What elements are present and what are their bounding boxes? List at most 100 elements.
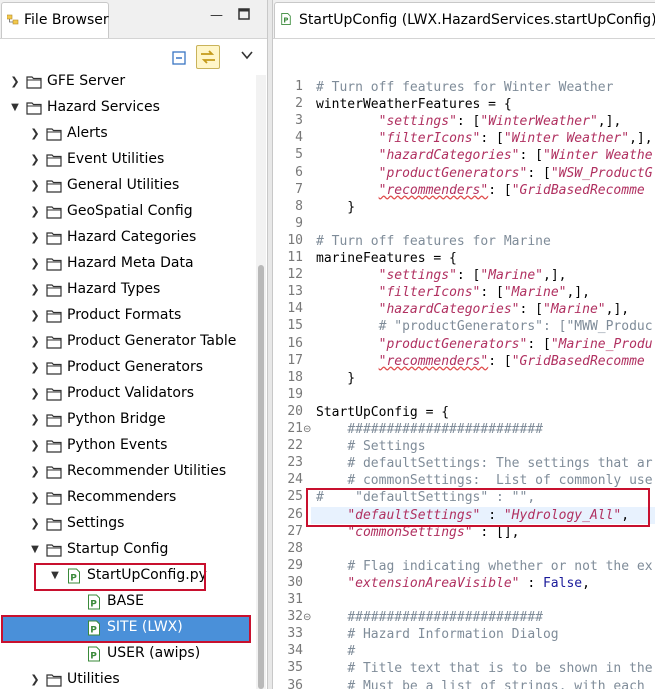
collapsed-chevron-icon[interactable]: ❯ xyxy=(28,127,42,141)
tree-item[interactable]: ▼ Hazard Services xyxy=(0,96,250,122)
editor-tab[interactable]: P StartUpConfig (LWX.HazardServices.star… xyxy=(274,2,655,38)
collapsed-chevron-icon[interactable]: ❯ xyxy=(28,465,42,479)
line-number: 1 xyxy=(295,79,303,94)
collapsed-chevron-icon[interactable]: ❯ xyxy=(28,361,42,375)
code-token: "GridBasedRecomme xyxy=(511,353,645,369)
collapsed-chevron-icon[interactable]: ❯ xyxy=(28,205,42,219)
code-token: : [ xyxy=(527,165,551,181)
collapsed-chevron-icon[interactable]: ❯ xyxy=(28,231,42,245)
collapsed-chevron-icon[interactable]: ❯ xyxy=(28,309,42,323)
expanded-chevron-icon[interactable]: ▼ xyxy=(28,543,42,557)
tree-scrollbar-thumb[interactable] xyxy=(258,265,264,689)
code-token: ######################### xyxy=(347,422,543,437)
tree-item[interactable]: ▼ Startup Config xyxy=(0,538,250,564)
tree-item-label: BASE xyxy=(107,593,144,609)
line-number: 21 xyxy=(287,421,303,436)
code-token: "hazardCategories" xyxy=(378,302,520,318)
tree-item[interactable]: ❯ Hazard Meta Data xyxy=(0,252,250,278)
code-token: # Settings xyxy=(347,439,426,455)
code-token: # Turn off features for Winter Weather xyxy=(316,80,614,95)
code-line: "recommenders": ["GridBasedRecomme xyxy=(316,182,645,199)
tree-item[interactable]: ❯ Python Bridge xyxy=(0,408,250,434)
collapsed-chevron-icon[interactable]: ❯ xyxy=(8,75,22,89)
tree-item[interactable]: P BASE xyxy=(0,590,250,616)
code-token: "GridBasedRecomme xyxy=(511,182,645,198)
tree-item[interactable]: ❯ Hazard Types xyxy=(0,278,250,304)
folder-icon xyxy=(46,674,62,687)
line-number: 23 xyxy=(287,455,303,471)
code-token: # Must be a list of strings, with each xyxy=(347,678,645,689)
code-line: # Title text that is to be shown in the xyxy=(316,660,652,677)
code-token: "productGenerators" xyxy=(378,336,528,352)
code-token: "filterIcons" xyxy=(378,285,481,301)
minimize-icon[interactable]: — xyxy=(210,8,223,23)
code-token: "WSW_ProductG xyxy=(550,165,653,181)
tree-item[interactable]: ❯ Product Validators xyxy=(0,382,250,408)
code-line: # Turn off features for Winter Weather xyxy=(316,79,613,96)
code-line: "settings": ["Marine",], xyxy=(316,267,567,284)
line-number: 12 xyxy=(287,267,303,283)
collapsed-chevron-icon[interactable]: ❯ xyxy=(28,335,42,349)
code-token: : [ xyxy=(456,268,481,284)
tree-item[interactable]: ❯ Product Generators xyxy=(0,356,250,382)
code-line: marineFeatures = { xyxy=(316,250,457,267)
maximize-icon[interactable] xyxy=(238,8,250,24)
code-token: winterWeatherFeatures = { xyxy=(316,97,512,113)
code-token: ,], xyxy=(629,131,653,147)
collapsed-chevron-icon[interactable]: ❯ xyxy=(28,413,42,427)
tree-item[interactable]: ❯ Product Formats xyxy=(0,304,250,330)
tree-item[interactable]: ❯ Alerts xyxy=(0,122,250,148)
folder-icon xyxy=(46,206,62,219)
tree-scrollbar[interactable] xyxy=(256,75,266,689)
expanded-chevron-icon[interactable]: ▼ xyxy=(8,101,22,115)
tree-item[interactable]: ❯ Utilities xyxy=(0,668,250,689)
tree-item[interactable]: ❯ GFE Server xyxy=(0,70,250,96)
collapse-all-icon[interactable] xyxy=(169,48,193,72)
code-token: "recommenders" xyxy=(378,353,489,369)
tree-item[interactable]: ❯ Hazard Categories xyxy=(0,226,250,252)
code-line: "recommenders": ["GridBasedRecomme xyxy=(316,353,645,370)
collapsed-chevron-icon[interactable]: ❯ xyxy=(28,283,42,297)
collapsed-chevron-icon[interactable]: ❯ xyxy=(28,179,42,193)
code-token: "productGenerators" xyxy=(378,165,528,181)
view-menu-icon[interactable] xyxy=(240,48,264,72)
code-line: # Hazard Information Dialog xyxy=(316,626,558,643)
fold-toggle-icon[interactable]: ⊝ xyxy=(303,424,311,435)
collapsed-chevron-icon[interactable]: ❯ xyxy=(28,257,42,271)
collapsed-chevron-icon[interactable]: ❯ xyxy=(28,673,42,687)
collapsed-chevron-icon[interactable]: ❯ xyxy=(28,517,42,531)
tree-item[interactable]: ❯ GeoSpatial Config xyxy=(0,200,250,226)
tree-item[interactable]: ❯ Event Utilities xyxy=(0,148,250,174)
collapsed-chevron-icon[interactable]: ❯ xyxy=(28,153,42,167)
collapsed-chevron-icon[interactable]: ❯ xyxy=(28,439,42,453)
code-area[interactable]: # Turn off features for Winter Weather wi… xyxy=(311,39,655,689)
line-number: 5 xyxy=(295,147,303,163)
tree-item[interactable]: ❯ Recommenders xyxy=(0,486,250,512)
tree-item[interactable]: ❯ Settings xyxy=(0,512,250,538)
tree-item[interactable]: P USER (awips) xyxy=(0,642,250,668)
collapsed-chevron-icon[interactable]: ❯ xyxy=(28,387,42,401)
link-with-editor-icon[interactable] xyxy=(196,45,220,69)
fold-toggle-icon[interactable]: ⊝ xyxy=(303,612,311,623)
tree-item[interactable]: ❯ General Utilities xyxy=(0,174,250,200)
tree-item-label: Startup Config xyxy=(67,541,169,557)
tree-item[interactable]: ❯ Python Events xyxy=(0,434,250,460)
tree-item[interactable]: ❯ Recommender Utilities xyxy=(0,460,250,486)
folder-icon xyxy=(46,466,62,479)
folder-icon xyxy=(46,518,62,531)
file-browser-tab[interactable]: File Browser xyxy=(1,2,109,38)
tree-item-label: Hazard Services xyxy=(47,99,160,115)
code-token: marineFeatures = { xyxy=(316,251,457,266)
collapsed-chevron-icon[interactable]: ❯ xyxy=(28,491,42,505)
code-token: # commonSettings: List of commonly use xyxy=(347,473,653,489)
file-browser-toolbar xyxy=(0,40,267,74)
tree-item[interactable]: ❯ Product Generator Table xyxy=(0,330,250,356)
code-token: "Marine_Produ xyxy=(550,336,653,352)
